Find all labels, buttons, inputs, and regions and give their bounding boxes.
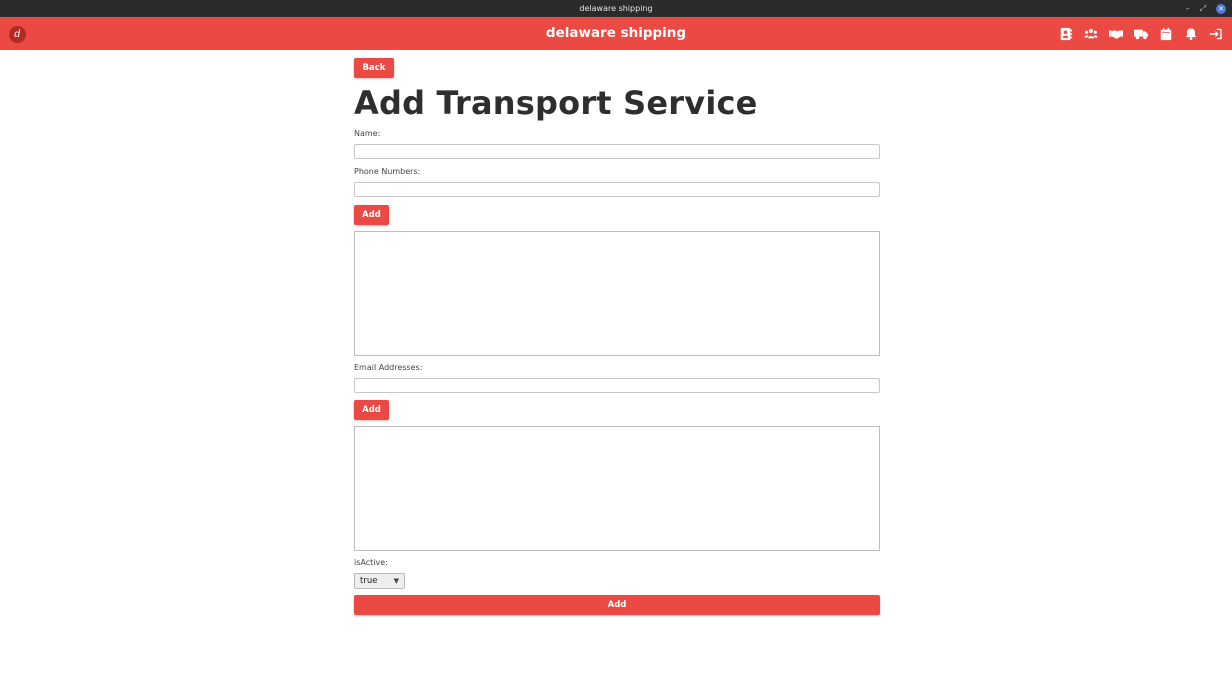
- submit-add-button[interactable]: Add: [354, 595, 880, 615]
- name-label: Name:: [354, 129, 381, 138]
- window-controls: – ⤢ ✕: [1186, 0, 1226, 17]
- app-header: delaware shipping d: [0, 17, 1232, 50]
- calendar-icon[interactable]: [1157, 26, 1174, 41]
- email-addresses-list[interactable]: [354, 426, 880, 551]
- page-title: Add Transport Service: [354, 84, 758, 122]
- bell-icon[interactable]: [1182, 26, 1199, 41]
- users-icon[interactable]: [1082, 26, 1099, 41]
- email-address-input[interactable]: [354, 378, 880, 393]
- phone-number-input[interactable]: [354, 182, 880, 197]
- phone-numbers-label: Phone Numbers:: [354, 167, 421, 176]
- window-title: delaware shipping: [579, 4, 653, 13]
- address-book-icon[interactable]: [1057, 26, 1074, 41]
- logo[interactable]: d: [9, 26, 26, 43]
- minimize-button[interactable]: –: [1186, 0, 1190, 17]
- phone-numbers-list[interactable]: [354, 231, 880, 356]
- is-active-selected-value: true: [360, 576, 378, 586]
- close-button[interactable]: ✕: [1216, 3, 1226, 14]
- is-active-select[interactable]: true ▼: [354, 573, 405, 589]
- add-phone-button[interactable]: Add: [354, 205, 389, 225]
- sign-out-icon[interactable]: [1207, 26, 1224, 41]
- truck-icon[interactable]: [1132, 26, 1149, 41]
- handshake-icon[interactable]: [1107, 26, 1124, 41]
- dropdown-caret-icon: ▼: [393, 577, 399, 585]
- email-addresses-label: Email Addresses:: [354, 363, 423, 372]
- app-title: delaware shipping: [545, 25, 687, 41]
- add-email-button[interactable]: Add: [354, 400, 389, 420]
- maximize-button[interactable]: ⤢: [1200, 0, 1206, 17]
- nav-icons: [1057, 26, 1224, 41]
- back-button[interactable]: Back: [354, 58, 394, 78]
- os-titlebar: delaware shipping – ⤢ ✕: [0, 0, 1232, 17]
- is-active-label: isActive:: [354, 558, 388, 567]
- name-input[interactable]: [354, 144, 880, 159]
